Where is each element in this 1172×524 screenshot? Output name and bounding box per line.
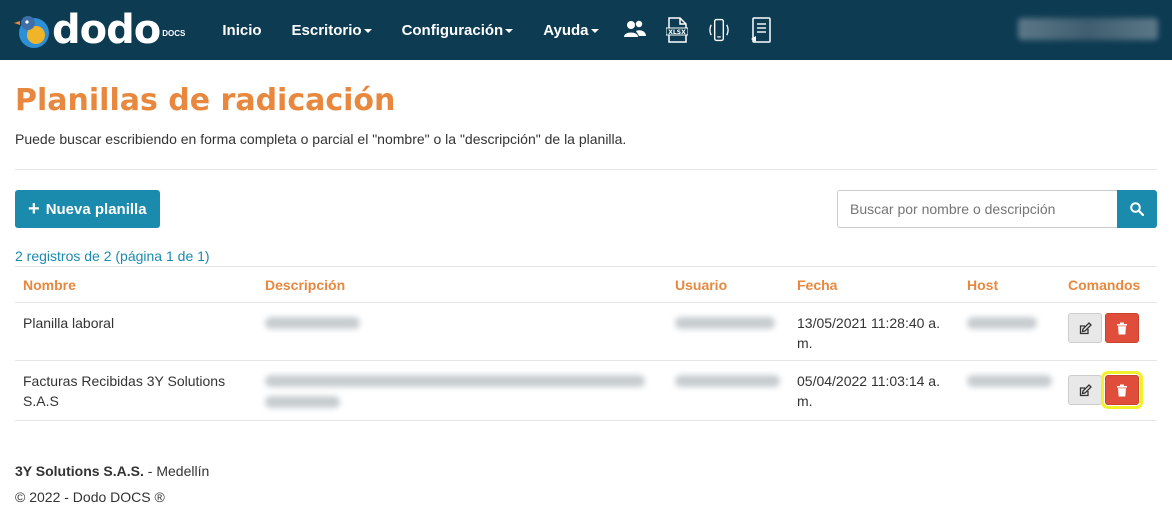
- table-header-row: Nombre Descripción Usuario Fecha Host Co…: [15, 266, 1157, 303]
- page-description: Puede buscar escribiendo en forma comple…: [15, 131, 627, 147]
- edit-button[interactable]: [1068, 375, 1102, 405]
- cell-comandos: [1060, 360, 1157, 421]
- table-row: Facturas Recibidas 3Y Solutions S.A.S 05…: [15, 360, 1157, 421]
- cell-nombre: Planilla laboral: [15, 302, 257, 361]
- nav-ayuda[interactable]: Ayuda: [543, 21, 599, 39]
- cell-fecha: 13/05/2021 11:28:40 a. m.: [789, 302, 959, 361]
- user-menu[interactable]: [1018, 18, 1158, 40]
- delete-button[interactable]: [1105, 313, 1139, 343]
- planillas-table: Nombre Descripción Usuario Fecha Host Co…: [15, 266, 1157, 421]
- caret-down-icon: [505, 28, 514, 33]
- footer: 3Y Solutions S.A.S. - Medellín © 2022 - …: [15, 441, 1157, 505]
- col-header-usuario[interactable]: Usuario: [667, 266, 789, 303]
- nav-configuracion-label: Configuración: [401, 21, 504, 39]
- nav-escritorio[interactable]: Escritorio: [292, 22, 372, 39]
- brand-sub: DOCS: [162, 29, 186, 38]
- cell-fecha: 05/04/2022 11:03:14 a. m.: [789, 360, 959, 421]
- nav-configuracion[interactable]: Configuración: [402, 22, 514, 39]
- navbar: dodo DOCS Inicio Escritorio Configuració…: [0, 0, 1172, 60]
- new-planilla-label: Nueva planilla: [45, 200, 147, 218]
- col-header-descripcion[interactable]: Descripción: [257, 266, 667, 303]
- redacted-text: [265, 317, 360, 329]
- row-commands: [1068, 313, 1149, 343]
- footer-company: 3Y Solutions S.A.S.: [15, 463, 144, 479]
- xlsx-file-icon[interactable]: XLSX: [664, 17, 690, 43]
- edit-icon: [1079, 321, 1092, 334]
- search-input[interactable]: [837, 190, 1117, 228]
- col-header-nombre[interactable]: Nombre: [15, 266, 257, 303]
- document-list-icon[interactable]: [748, 17, 774, 43]
- delete-button[interactable]: [1101, 371, 1143, 409]
- divider: [15, 169, 1157, 170]
- cell-descripcion: [257, 302, 667, 361]
- dodo-bird-icon: [14, 11, 54, 49]
- footer-company-line: 3Y Solutions S.A.S. - Medellín: [15, 463, 1157, 479]
- row-commands: [1068, 371, 1149, 409]
- col-header-comandos: Comandos: [1060, 266, 1157, 303]
- cell-descripcion: [257, 360, 667, 421]
- caret-down-icon: [363, 28, 372, 33]
- nav-escritorio-label: Escritorio: [291, 21, 362, 39]
- redacted-text: [675, 375, 780, 387]
- cell-comandos: [1060, 302, 1157, 361]
- search-group: [837, 190, 1157, 228]
- caret-down-icon: [590, 28, 599, 33]
- cell-usuario: [667, 360, 789, 421]
- svg-text:XLSX: XLSX: [668, 29, 686, 36]
- redacted-text: [265, 375, 645, 387]
- brand-logo[interactable]: dodo DOCS: [14, 10, 185, 50]
- footer-city: - Medellín: [143, 463, 210, 479]
- edit-icon: [1079, 383, 1092, 396]
- users-icon[interactable]: [622, 17, 648, 43]
- redacted-text: [265, 396, 340, 408]
- nav-ayuda-label: Ayuda: [543, 21, 589, 39]
- col-header-host[interactable]: Host: [959, 266, 1060, 303]
- cell-host: [959, 360, 1060, 421]
- search-button[interactable]: [1117, 190, 1157, 228]
- edit-button[interactable]: [1068, 313, 1102, 343]
- cell-nombre: Facturas Recibidas 3Y Solutions S.A.S: [15, 360, 257, 421]
- search-icon: [1130, 202, 1144, 216]
- footer-copyright: © 2022 - Dodo DOCS ®: [15, 489, 165, 505]
- new-planilla-button[interactable]: + Nueva planilla: [15, 190, 160, 228]
- trash-icon: [1117, 322, 1127, 334]
- trash-icon: [1117, 384, 1127, 396]
- toolbar: + Nueva planilla: [15, 190, 1157, 228]
- plus-icon: +: [28, 198, 40, 220]
- cell-host: [959, 302, 1060, 361]
- page-title: Planillas de radicación: [15, 83, 396, 118]
- table-row: Planilla laboral 13/05/2021 11:28:40 a. …: [15, 302, 1157, 361]
- brand-name: dodo: [52, 7, 161, 53]
- col-header-fecha[interactable]: Fecha: [789, 266, 959, 303]
- records-info: 2 registros de 2 (página 1 de 1): [15, 248, 210, 264]
- cell-usuario: [667, 302, 789, 361]
- redacted-text: [675, 317, 775, 329]
- redacted-text: [967, 317, 1037, 329]
- redacted-text: [967, 375, 1052, 387]
- mobile-vibrate-icon[interactable]: [706, 17, 732, 43]
- nav-inicio[interactable]: Inicio: [222, 22, 261, 39]
- main-content: Planillas de radicación Puede buscar esc…: [0, 83, 1172, 505]
